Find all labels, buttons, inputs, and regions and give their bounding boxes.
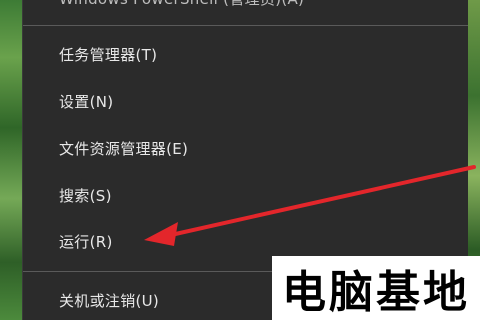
menu-item-label: 文件资源管理器(E) (59, 139, 189, 158)
menu-item-settings[interactable]: 设置(N) (23, 82, 468, 120)
menu-item-label: 设置(N) (59, 92, 114, 111)
menu-item-run[interactable]: 运行(R) (23, 222, 468, 260)
menu-item-file-explorer[interactable]: 文件资源管理器(E) (23, 129, 468, 167)
watermark-text: 电脑基地 (282, 267, 470, 318)
menu-item-powershell-admin[interactable]: Windows PowerShell (管理员)(A) (23, 0, 468, 17)
menu-item-label: 任务管理器(T) (59, 45, 158, 64)
menu-item-task-manager[interactable]: 任务管理器(T) (23, 35, 468, 73)
watermark-logo: 电脑基地 (272, 256, 480, 320)
menu-item-search[interactable]: 搜索(S) (23, 176, 468, 214)
desktop-wallpaper-left (0, 0, 22, 320)
screenshot-stage: Windows PowerShell (管理员)(A) 任务管理器(T) 设置(… (0, 0, 480, 320)
menu-item-label: 运行(R) (59, 232, 113, 251)
menu-item-label: 搜索(S) (59, 186, 112, 205)
menu-item-label: 关机或注销(U) (59, 291, 160, 310)
menu-item-label: Windows PowerShell (管理员)(A) (59, 0, 304, 9)
menu-separator (23, 25, 468, 26)
